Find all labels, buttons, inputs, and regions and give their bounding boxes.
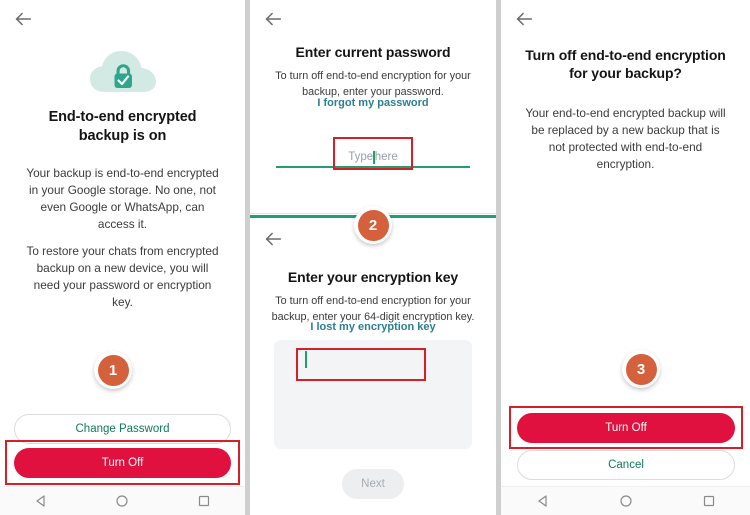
password-placeholder-left: Type	[348, 151, 374, 163]
back-arrow-icon-2-bottom[interactable]	[262, 228, 288, 254]
forgot-password-link: I forgot my password	[317, 97, 429, 109]
page-title-enter-password: Enter current password	[295, 44, 451, 60]
android-navbar-3	[501, 486, 750, 515]
description-paragraph-1: Your backup is end-to-end encrypted in y…	[26, 166, 219, 232]
cloud-lock-icon	[87, 48, 159, 96]
step-badge-2: 2	[354, 206, 392, 244]
step-badge-3: 3	[622, 350, 660, 388]
screenshot-root: End-to-end encrypted backup is on Your b…	[0, 0, 750, 515]
description-paragraph-2: To restore your chats from encrypted bac…	[26, 244, 219, 310]
next-button[interactable]: Next	[342, 469, 404, 499]
password-placeholder-right: here	[374, 151, 398, 163]
android-navbar-1	[0, 486, 245, 515]
page-title: End-to-end encrypted backup is on	[48, 109, 197, 144]
encryption-key-input[interactable]	[274, 340, 472, 449]
nav-home-icon-3[interactable]	[609, 494, 643, 508]
cancel-button[interactable]: Cancel	[517, 450, 735, 480]
nav-back-icon[interactable]	[24, 494, 58, 508]
password-input[interactable]: Type here	[320, 146, 426, 168]
page-title-confirm: Turn off end-to-end encryption for your …	[525, 47, 726, 81]
nav-recents-icon[interactable]	[187, 494, 221, 508]
step-badge-1: 1	[94, 351, 132, 389]
phone-screen-password-and-key: Enter current password To turn off end-t…	[250, 0, 496, 515]
turn-off-button[interactable]: Turn Off	[14, 448, 231, 478]
description-enter-password: To turn off end-to-end encryption for yo…	[275, 70, 471, 98]
nav-back-icon-3[interactable]	[526, 494, 560, 508]
phone-screen-backup-status: End-to-end encrypted backup is on Your b…	[0, 0, 245, 515]
description-confirm: Your end-to-end encrypted backup will be…	[525, 106, 726, 172]
turn-off-button-confirm[interactable]: Turn Off	[517, 413, 735, 443]
nav-recents-icon-3[interactable]	[692, 494, 726, 508]
step-badge-2-number: 2	[357, 209, 389, 241]
back-arrow-icon[interactable]	[12, 8, 38, 34]
back-arrow-icon-3[interactable]	[513, 8, 539, 34]
lost-encryption-key-link: I lost my encryption key	[310, 321, 436, 333]
change-password-button[interactable]: Change Password	[14, 414, 231, 444]
nav-home-icon[interactable]	[105, 494, 139, 508]
step-badge-1-number: 1	[97, 354, 129, 386]
phone-screen-confirm-turn-off: Turn off end-to-end encryption for your …	[501, 0, 750, 515]
step-badge-3-number: 3	[625, 353, 657, 385]
page-title-encryption-key: Enter your encryption key	[287, 269, 459, 285]
encryption-key-caret	[305, 351, 307, 368]
back-arrow-icon-2-top[interactable]	[262, 8, 288, 34]
